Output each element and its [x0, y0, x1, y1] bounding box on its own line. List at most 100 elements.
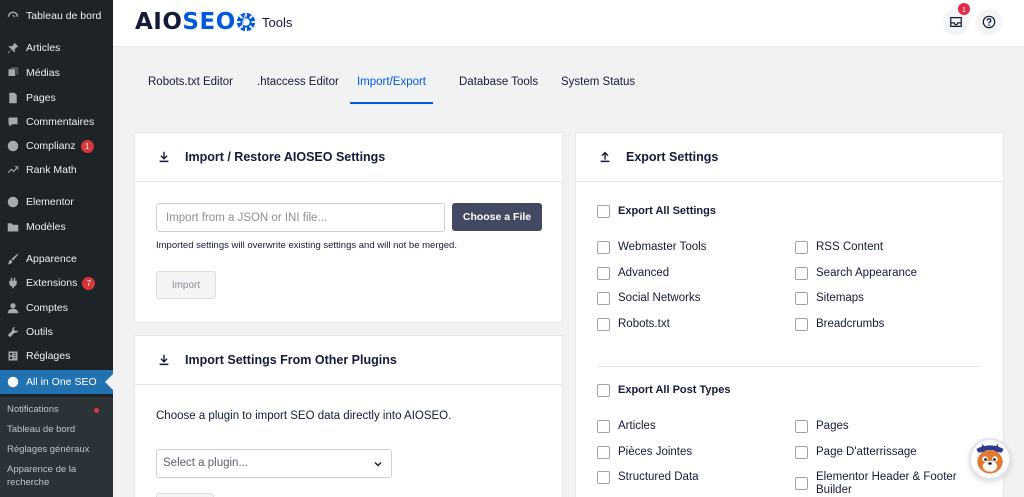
- checkbox[interactable]: [795, 267, 808, 280]
- sidebar-item-label: Réglages: [26, 350, 71, 362]
- checkbox-label: Sitemaps: [816, 292, 864, 304]
- sidebar-item-commentaires[interactable]: Commentaires: [0, 111, 113, 133]
- checkbox-pages[interactable]: Pages: [795, 420, 849, 433]
- folder-icon: [6, 220, 20, 234]
- tab-import-export[interactable]: Import/Export: [350, 62, 433, 104]
- checkbox[interactable]: [597, 471, 610, 484]
- checkbox-advanced[interactable]: Advanced: [597, 267, 669, 280]
- aioseo-logo[interactable]: AIO SEO: [135, 9, 257, 35]
- sidebar-item-medias[interactable]: Médias: [0, 62, 113, 84]
- checkbox[interactable]: [795, 241, 808, 254]
- checkbox-label: Search Appearance: [816, 267, 918, 279]
- import-button[interactable]: Import: [156, 271, 216, 299]
- sidebar-item-articles[interactable]: Articles: [0, 37, 113, 59]
- import-file-input[interactable]: [156, 203, 445, 232]
- export-settings-card: Export Settings Export All Settings Webm…: [575, 132, 1004, 497]
- checkbox[interactable]: [597, 241, 610, 254]
- checkbox[interactable]: [597, 205, 610, 218]
- checkbox[interactable]: [795, 318, 808, 331]
- checkbox-webmaster-tools[interactable]: Webmaster Tools: [597, 241, 706, 254]
- checkbox[interactable]: [597, 292, 610, 305]
- choose-file-button[interactable]: Choose a File: [452, 203, 542, 231]
- checkbox-page-datterrissage[interactable]: Page D'atterrissage: [795, 446, 917, 459]
- export-all-post-types-checkbox[interactable]: Export All Post Types: [597, 384, 730, 397]
- checkbox-articles[interactable]: Articles: [597, 420, 656, 433]
- checkbox-label: Webmaster Tools: [618, 241, 707, 253]
- checkbox-search-appearance[interactable]: Search Appearance: [795, 267, 917, 280]
- sidebar-item-reglages[interactable]: Réglages: [0, 345, 113, 367]
- comment-icon: [6, 115, 20, 129]
- help-mascot-button[interactable]: [969, 438, 1011, 480]
- sidebar-item-rank-math[interactable]: Rank Math: [0, 159, 113, 181]
- checkbox-sitemaps[interactable]: Sitemaps: [795, 292, 864, 305]
- sidebar-item-modeles[interactable]: Modèles: [0, 216, 113, 238]
- tab-system-status[interactable]: System Status: [561, 62, 635, 104]
- checkbox[interactable]: [795, 292, 808, 305]
- tab-robots-txt-editor[interactable]: Robots.txt Editor: [148, 62, 233, 104]
- elementor-icon: [6, 195, 20, 209]
- export-all-settings-checkbox[interactable]: Export All Settings: [597, 205, 716, 218]
- checkbox[interactable]: [795, 420, 808, 433]
- checkbox-rss-content[interactable]: RSS Content: [795, 241, 883, 254]
- submenu-item-notifications[interactable]: Notifications: [7, 403, 107, 416]
- checkbox-label: Pages: [816, 420, 849, 432]
- sidebar-item-apparence[interactable]: Apparence: [0, 248, 113, 270]
- active-arrow: [105, 374, 113, 390]
- submenu-item-apparence-de-la-recherche[interactable]: Apparence de la recherche: [7, 463, 107, 489]
- checkbox[interactable]: [597, 384, 610, 397]
- submenu-item-label: Notifications: [7, 404, 59, 415]
- sidebar-item-label: Elementor: [26, 196, 74, 208]
- sidebar-item-pages[interactable]: Pages: [0, 87, 113, 109]
- aioseo-submenu: Notifications Tableau de bord Réglages g…: [0, 397, 113, 497]
- submenu-item-reglages-generaux[interactable]: Réglages généraux: [7, 443, 107, 456]
- user-icon: [6, 301, 20, 315]
- plugins-description: Choose a plugin to import SEO data direc…: [156, 410, 452, 422]
- tab-database-tools[interactable]: Database Tools: [459, 62, 538, 104]
- sidebar-item-label: Rank Math: [26, 164, 77, 176]
- plugin-select[interactable]: Select a plugin...: [156, 449, 392, 478]
- checkbox[interactable]: [597, 420, 610, 433]
- page-icon: [6, 91, 20, 105]
- sidebar-item-all-in-one-seo[interactable]: All in One SEO: [0, 370, 113, 394]
- checkbox-elementor-header-footer-builder[interactable]: Elementor Header & Footer Builder: [795, 471, 975, 497]
- plugin-icon: [6, 276, 20, 290]
- checkbox[interactable]: [597, 446, 610, 459]
- logo-text-accent: SEO: [182, 9, 236, 35]
- chevron-down-icon: [374, 462, 382, 467]
- count-badge: 1: [80, 139, 94, 153]
- section-divider: [597, 366, 982, 367]
- checkbox[interactable]: [795, 446, 808, 459]
- sidebar-item-extensions[interactable]: Extensions 7: [0, 272, 113, 294]
- sidebar-item-tableau-de-bord[interactable]: Tableau de bord: [0, 5, 113, 27]
- card-header: Import Settings From Other Plugins: [135, 336, 562, 385]
- select-placeholder: Select a plugin...: [163, 457, 249, 469]
- checkbox[interactable]: [597, 267, 610, 280]
- card-title: Import Settings From Other Plugins: [185, 353, 397, 367]
- checkbox-social-networks[interactable]: Social Networks: [597, 292, 700, 305]
- checkbox-pieces-jointes[interactable]: Pièces Jointes: [597, 446, 692, 459]
- sidebar-item-label: Articles: [26, 42, 61, 54]
- card-header: Import / Restore AIOSEO Settings: [135, 133, 562, 182]
- checkbox[interactable]: [795, 477, 808, 490]
- plugin-import-button[interactable]: [156, 493, 214, 497]
- checkbox-robots-txt[interactable]: Robots.txt: [597, 318, 670, 331]
- sidebar-item-elementor[interactable]: Elementor: [0, 191, 113, 213]
- checkbox-label: Social Networks: [618, 292, 701, 304]
- sidebar-item-outils[interactable]: Outils: [0, 321, 113, 343]
- checkbox-structured-data[interactable]: Structured Data: [597, 471, 699, 484]
- checkbox[interactable]: [597, 318, 610, 331]
- submenu-item-tableau-de-bord[interactable]: Tableau de bord: [7, 423, 107, 436]
- checkbox-label: Export All Settings: [618, 205, 716, 217]
- checkbox-breadcrumbs[interactable]: Breadcrumbs: [795, 318, 884, 331]
- media-icon: [6, 66, 20, 80]
- wrench-icon: [6, 325, 20, 339]
- help-button[interactable]: [976, 9, 1002, 35]
- sidebar-item-comptes[interactable]: Comptes: [0, 297, 113, 319]
- sidebar-item-label: Outils: [26, 326, 53, 338]
- rank-math-icon: [6, 163, 20, 177]
- notifications-button[interactable]: 1: [943, 3, 970, 35]
- count-badge: 7: [82, 276, 96, 290]
- sidebar-item-complianz[interactable]: Complianz 1: [0, 135, 113, 157]
- tab-htaccess-editor[interactable]: .htaccess Editor: [257, 62, 339, 104]
- sidebar-item-label: All in One SEO: [26, 376, 97, 388]
